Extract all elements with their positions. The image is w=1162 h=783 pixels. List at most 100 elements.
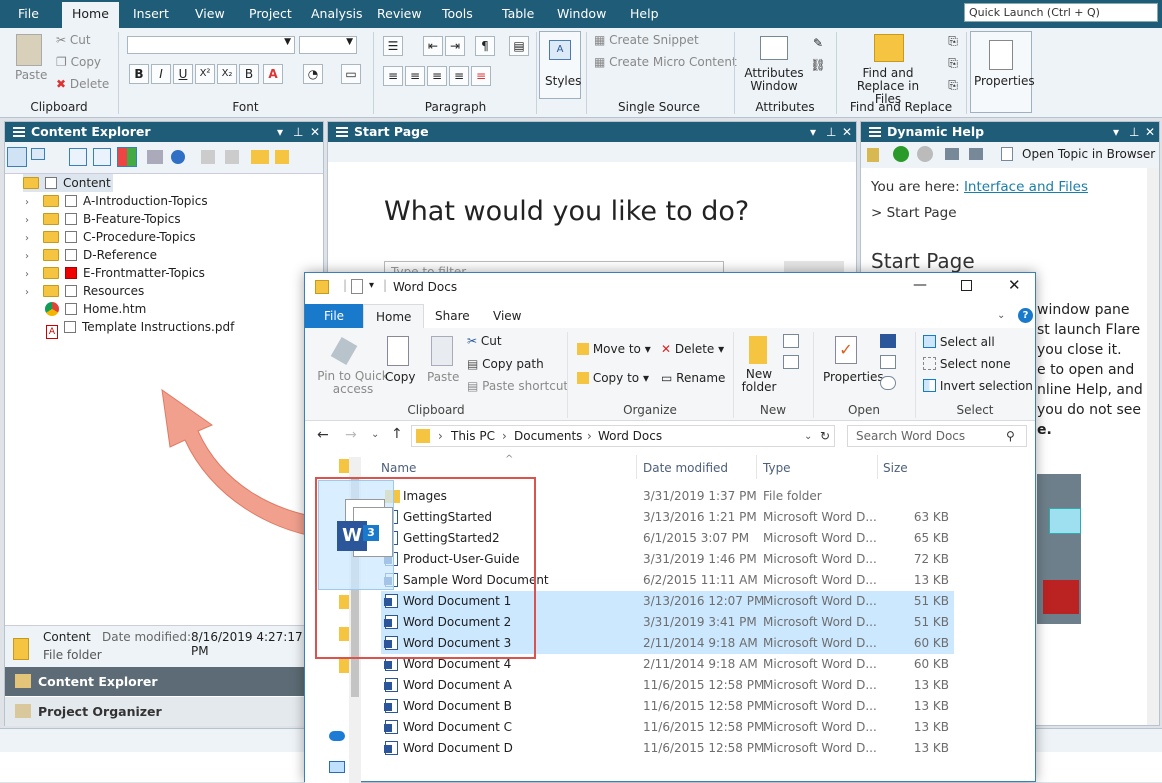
justify-button[interactable]: ≡: [449, 66, 469, 86]
rename-button[interactable]: ▭ Rename: [661, 371, 725, 385]
copy-button[interactable]: ❐ Copy: [56, 55, 101, 69]
paste-shortcut-button[interactable]: ▤ Paste shortcut: [467, 379, 568, 393]
tab-home[interactable]: Home: [363, 304, 425, 328]
bold-button[interactable]: B: [129, 64, 149, 84]
subscript-button[interactable]: X₂: [217, 64, 237, 84]
cut-button[interactable]: ✂ Cut: [56, 33, 91, 47]
refresh-icon[interactable]: [171, 150, 185, 164]
menu-analysis[interactable]: Analysis: [301, 0, 373, 28]
checkbox[interactable]: [65, 267, 77, 279]
pin-icon[interactable]: ⊥: [1129, 122, 1139, 142]
tab-file[interactable]: File: [305, 304, 363, 328]
attributes-window-button[interactable]: Attributes Window: [744, 67, 804, 93]
dropdown-icon[interactable]: ▾: [1113, 122, 1119, 142]
dynamic-help-scrollbar[interactable]: [1147, 168, 1159, 725]
close-icon[interactable]: ✕: [1145, 122, 1155, 142]
word-icon[interactable]: [880, 334, 896, 348]
pin-icon[interactable]: ⊥: [826, 122, 836, 142]
copy-button[interactable]: Copy: [385, 370, 415, 384]
highlight-button[interactable]: ◔: [303, 64, 323, 84]
delete-button[interactable]: ✕ Delete ▾: [661, 342, 724, 356]
create-micro-content-button[interactable]: ▦ Create Micro Content: [594, 55, 737, 69]
find-icon[interactable]: ⎘: [943, 32, 963, 52]
invert-selection-button[interactable]: Invert selection: [923, 379, 1033, 393]
select-none-button[interactable]: Select none: [923, 357, 1011, 371]
file-row[interactable]: Word Document D 11/6/2015 12:58 PM Microso…: [381, 738, 954, 759]
indent-button[interactable]: ⇥: [445, 36, 465, 56]
checkbox[interactable]: [45, 177, 57, 189]
new-folder-button[interactable]: New folder: [741, 368, 777, 394]
new-file-icon[interactable]: [275, 150, 289, 164]
copy-path-button[interactable]: ▤ Copy path: [467, 357, 544, 371]
add-button[interactable]: [69, 148, 87, 166]
font-color-button[interactable]: A: [263, 64, 283, 84]
refresh-icon[interactable]: ↻: [820, 426, 830, 446]
folder-view-button[interactable]: [7, 147, 27, 167]
align-center-button[interactable]: ≡: [405, 66, 425, 86]
back-arrow-icon[interactable]: ←: [317, 427, 329, 443]
checkbox[interactable]: [65, 231, 77, 243]
colors-button[interactable]: [117, 147, 137, 167]
menu-help[interactable]: Help: [620, 0, 669, 28]
tab-project-organizer[interactable]: Project Organizer: [5, 697, 304, 726]
styles-button[interactable]: A Styles: [539, 31, 581, 99]
cut-button[interactable]: ✂ Cut: [467, 334, 502, 348]
tree-item[interactable]: Home.htm: [25, 300, 146, 318]
forward-icon[interactable]: [917, 146, 933, 162]
tree-item[interactable]: › C-Procedure-Topics: [25, 228, 196, 246]
toc-icon[interactable]: [945, 148, 959, 160]
paragraph-style-button[interactable]: ¶: [475, 36, 495, 56]
onedrive-icon[interactable]: [329, 731, 345, 741]
create-snippet-button[interactable]: ▦ Create Snippet: [594, 33, 699, 47]
search-input[interactable]: Search Word Docs ⚲: [847, 425, 1027, 447]
tree-item[interactable]: › B-Feature-Topics: [25, 210, 181, 228]
lock-icon[interactable]: [867, 148, 879, 162]
tree-item[interactable]: › D-Reference: [25, 246, 157, 264]
tree-item[interactable]: › A-Introduction-Topics: [25, 192, 208, 210]
close-icon[interactable]: ✕: [310, 122, 320, 142]
link-icon[interactable]: ⛓: [808, 56, 828, 76]
page-icon[interactable]: [225, 150, 239, 164]
history-icon[interactable]: [880, 376, 896, 390]
forward-arrow-icon[interactable]: →: [345, 427, 357, 443]
tab-share[interactable]: Share: [423, 304, 482, 328]
close-icon[interactable]: ✕: [842, 122, 852, 142]
remove-button[interactable]: [93, 148, 111, 166]
file-row[interactable]: Word Document B 11/6/2015 12:58 PM Microso…: [381, 696, 954, 717]
stack-icon[interactable]: [147, 150, 163, 164]
new-item-icon[interactable]: [783, 334, 799, 348]
tree-item[interactable]: › Resources: [25, 282, 144, 300]
new-folder-icon[interactable]: [251, 150, 269, 164]
menu-home[interactable]: Home: [62, 2, 119, 28]
page-icon[interactable]: [201, 150, 215, 164]
edit-icon[interactable]: [880, 355, 896, 369]
properties-icon[interactable]: [351, 279, 363, 294]
up-arrow-icon[interactable]: ↑: [391, 426, 403, 442]
pin-icon[interactable]: ⊥: [293, 122, 303, 142]
paste-button[interactable]: Paste: [427, 370, 459, 384]
checkbox[interactable]: [65, 249, 77, 261]
clear-paragraph-button[interactable]: ≡: [471, 66, 491, 86]
align-left-button[interactable]: ≡: [383, 66, 403, 86]
breadcrumb-word-docs[interactable]: Word Docs: [598, 426, 662, 446]
font-family-select[interactable]: ▼: [127, 36, 295, 54]
easy-access-icon[interactable]: [783, 355, 799, 369]
font-dialog-button[interactable]: ▭: [341, 64, 361, 84]
column-header-date[interactable]: Date modified: [643, 457, 728, 479]
clear-format-button[interactable]: B: [239, 64, 259, 84]
align-right-button[interactable]: ≡: [427, 66, 447, 86]
this-pc-icon[interactable]: [329, 761, 345, 773]
layout-button[interactable]: [31, 148, 45, 160]
tab-view[interactable]: View: [481, 304, 533, 328]
dropdown-icon[interactable]: ▾: [277, 122, 283, 142]
column-header-type[interactable]: Type: [763, 457, 791, 479]
column-header-name[interactable]: Name: [381, 457, 416, 479]
back-icon[interactable]: [893, 146, 909, 162]
superscript-button[interactable]: X²: [195, 64, 215, 84]
close-icon[interactable]: ✕: [1008, 276, 1021, 294]
open-topic-browser-button[interactable]: Open Topic in Browser: [1022, 147, 1155, 161]
goto-icon[interactable]: ⎘: [943, 76, 963, 96]
sync-icon[interactable]: [969, 148, 983, 160]
minimize-icon[interactable]: —: [913, 277, 927, 293]
font-size-select[interactable]: ▼: [299, 36, 357, 54]
